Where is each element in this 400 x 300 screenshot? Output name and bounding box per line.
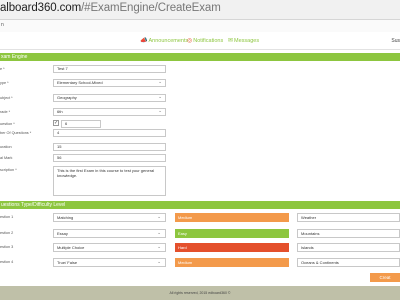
exam-type-select[interactable]: Elementary School-Mixed — [53, 79, 166, 87]
question-1-difficulty[interactable]: Medium — [175, 213, 289, 222]
nav-announcements[interactable]: 📣 Announcements — [140, 37, 189, 45]
question-2-type-select[interactable]: Essay — [53, 229, 166, 238]
url-text[interactable]: alboard360.com/#ExamEngine/CreateExam — [0, 2, 221, 14]
question-4-difficulty[interactable]: Medium — [175, 258, 289, 267]
subject-select[interactable]: Geography — [53, 94, 166, 102]
exam-engine-header: xam Engine — [0, 53, 400, 61]
question-3-topic[interactable]: Islands — [297, 243, 400, 252]
question-2-difficulty[interactable]: Easy — [175, 229, 289, 238]
random-question-input[interactable]: 6 — [61, 120, 101, 128]
number-of-questions-label: ber Of Questions * — [0, 131, 32, 135]
question-1-type-select[interactable]: Matching — [53, 213, 166, 222]
subject-label: ubject * — [0, 96, 13, 100]
total-mark-input[interactable]: 56 — [53, 154, 166, 162]
url-path: /#ExamEngine/CreateExam — [81, 2, 221, 14]
nav-messages[interactable]: ✉ Messages — [228, 37, 260, 45]
envelope-icon: ✉ — [228, 38, 234, 44]
description-label: scription * — [0, 168, 17, 172]
question-4-label: estion 4 — [0, 260, 14, 264]
url-host: alboard360.com — [0, 2, 82, 14]
questions-difficulty-header: uestions Type/Difficulty Level — [0, 201, 400, 209]
question-4-type-select[interactable]: True/ False — [53, 258, 166, 267]
app-logo-fragment: n — [1, 22, 4, 28]
description-textarea[interactable]: This is the first Exam in this course to… — [53, 166, 166, 196]
number-of-questions-input[interactable]: 4 — [53, 129, 166, 137]
exam-name-input[interactable]: Test 7 — [53, 65, 166, 73]
question-2-topic[interactable]: Mountains — [297, 229, 400, 238]
random-question-label: uestion * — [0, 122, 15, 126]
grade-label: rade * — [0, 110, 11, 114]
browser-url-bar[interactable]: alboard360.com/#ExamEngine/CreateExam — [0, 0, 400, 20]
top-navigation: 📣 Announcements ◎ Notifications ✉ Messag… — [0, 32, 400, 50]
question-1-topic[interactable]: Weather — [297, 213, 400, 222]
question-3-type-select[interactable]: Multiple Choice — [53, 243, 166, 252]
question-3-difficulty[interactable]: Hard — [175, 243, 289, 252]
question-2-label: estion 2 — [0, 231, 14, 235]
nav-notifications-label: Notifications — [193, 37, 224, 44]
grade-select[interactable]: 6th — [53, 108, 166, 116]
duration-input[interactable]: 15 — [53, 143, 166, 151]
nav-notifications[interactable]: ◎ Notifications — [187, 37, 224, 45]
user-name[interactable]: Sus — [391, 38, 400, 44]
exam-name-label: e * — [0, 67, 5, 71]
question-4-topic[interactable]: Oceans & Continents — [297, 258, 400, 267]
random-question-checkbox[interactable]: ✓ — [53, 120, 59, 126]
question-3-label: estion 3 — [0, 245, 14, 249]
nav-messages-label: Messages — [234, 37, 260, 44]
bell-icon: ◎ — [187, 38, 193, 44]
app-top-strip: n — [0, 20, 400, 32]
nav-announcements-label: Announcements — [148, 37, 189, 44]
total-mark-label: al Mark — [0, 156, 13, 160]
exam-type-label: ype * — [0, 81, 9, 85]
question-1-label: estion 1 — [0, 215, 14, 219]
create-exam-button[interactable]: Creat — [370, 273, 400, 282]
megaphone-icon: 📣 — [140, 38, 148, 44]
footer-copyright: All rights reserved, 2015 edboard360 © — [0, 286, 400, 300]
duration-label: uration — [0, 145, 12, 149]
